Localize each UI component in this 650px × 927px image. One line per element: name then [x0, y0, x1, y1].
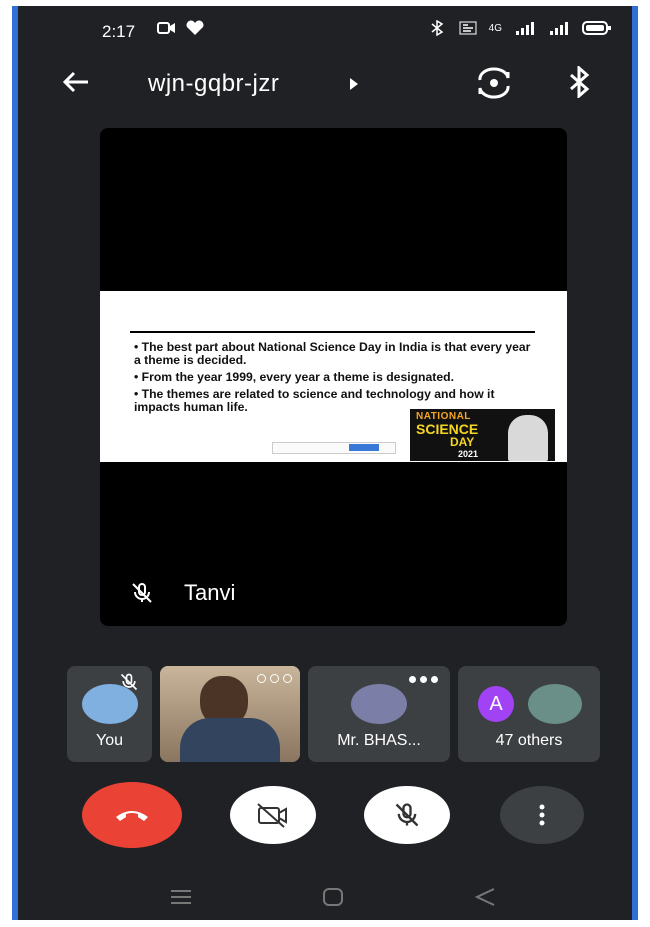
avatar: [351, 684, 407, 724]
home-icon[interactable]: [322, 887, 344, 907]
menu-icon[interactable]: [170, 888, 192, 906]
audio-output-button[interactable]: [568, 64, 592, 103]
slide-bullet: • The best part about National Science D…: [134, 340, 531, 367]
sharing-notice-bar: [272, 442, 396, 454]
participant-strip: You Mr. BHAS... A 47 others: [67, 666, 607, 762]
poster-portrait: [508, 415, 548, 461]
presenter-name: Tanvi: [184, 580, 236, 605]
avatar-letter: A: [478, 686, 514, 722]
tile-label: You: [96, 732, 123, 749]
back-nav-icon[interactable]: [474, 887, 496, 907]
sharing-notice-button: [349, 444, 379, 451]
avatar: [528, 684, 582, 724]
more-vert-icon: [539, 804, 545, 826]
meeting-info-caret[interactable]: [348, 76, 360, 97]
tile-others[interactable]: A 47 others: [458, 666, 600, 762]
video-off-icon: [257, 803, 287, 828]
call-controls: [12, 782, 638, 852]
bluetooth-status-icon: [431, 20, 443, 36]
heart-icon: [186, 20, 204, 35]
meet-app-frame: 2:17 4G wjn-gqbr-jzr • The best part abo…: [12, 6, 638, 920]
arrow-left-icon: [62, 71, 88, 93]
status-time: 2:17: [102, 22, 136, 41]
status-right-icons: 4G: [429, 20, 612, 36]
tile-options-dots[interactable]: [257, 674, 292, 683]
android-nav-bar: [12, 876, 638, 920]
signal-icon: [516, 22, 534, 35]
bluetooth-icon: [570, 64, 590, 100]
tile-you[interactable]: You: [67, 666, 152, 762]
status-left-icons: [157, 20, 205, 36]
network-type-label: 4G: [488, 22, 502, 34]
tile-mr-bhas[interactable]: Mr. BHAS...: [308, 666, 450, 762]
slide-rule: [130, 331, 535, 333]
mic-toggle-button[interactable]: [364, 786, 450, 844]
presentation-stage[interactable]: • The best part about National Science D…: [100, 128, 567, 626]
signal-icon-2: [550, 22, 568, 35]
slide-bullets: • The best part about National Science D…: [134, 341, 534, 418]
presenter-label: Tanvi: [130, 580, 235, 606]
meeting-top-bar: wjn-gqbr-jzr: [12, 56, 638, 116]
back-button[interactable]: [60, 66, 92, 103]
participant-body: [180, 718, 280, 762]
slide-bullet: • From the year 1999, every year a theme…: [134, 370, 454, 384]
science-day-poster: NATIONAL SCIENCE DAY 2021: [410, 409, 555, 461]
poster-line3: DAY: [450, 435, 475, 449]
tile-video-participant[interactable]: [160, 666, 300, 762]
tile-label: 47 others: [495, 732, 563, 749]
mic-off-icon: [120, 673, 138, 691]
more-options-button[interactable]: [500, 786, 584, 844]
mic-off-icon: [132, 583, 152, 603]
caret-right-icon: [350, 78, 358, 90]
volte-icon: [459, 21, 477, 35]
switch-camera-button[interactable]: [474, 66, 514, 105]
video-record-icon: [157, 22, 175, 34]
switch-camera-icon: [478, 67, 510, 99]
camera-toggle-button[interactable]: [230, 786, 316, 844]
tile-label: Mr. BHAS...: [337, 732, 421, 749]
tile-options-dots[interactable]: [409, 676, 438, 683]
battery-icon: [582, 21, 611, 35]
meeting-code[interactable]: wjn-gqbr-jzr: [148, 70, 279, 98]
status-bar: 2:17 4G: [12, 6, 638, 56]
poster-year: 2021: [458, 449, 479, 459]
mic-off-icon: [395, 803, 419, 827]
phone-hangup-icon: [116, 811, 148, 821]
end-call-button[interactable]: [82, 782, 182, 848]
shared-slide: • The best part about National Science D…: [100, 291, 567, 462]
